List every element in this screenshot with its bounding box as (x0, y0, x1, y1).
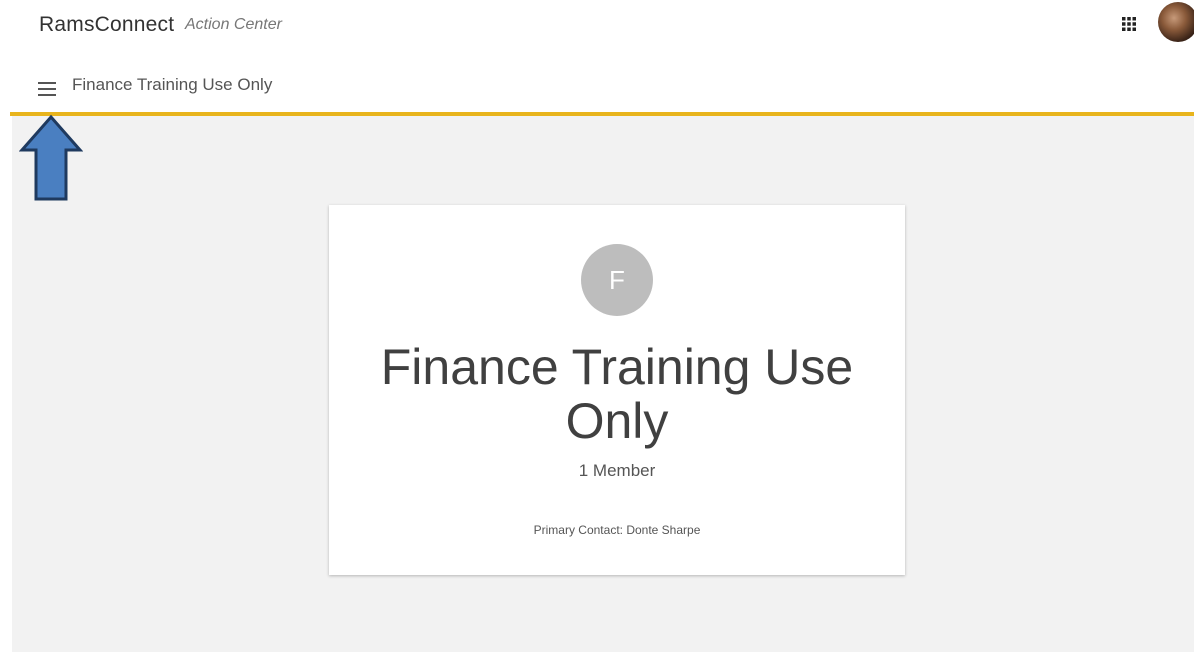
member-count[interactable]: 1 Member (329, 461, 905, 481)
top-navigation-bar: RamsConnect Action Center (0, 0, 1194, 56)
hamburger-menu-icon[interactable] (38, 82, 56, 96)
group-initial-avatar: F (581, 244, 653, 316)
group-title: Finance Training Use Only (380, 339, 854, 449)
primary-contact: Primary Contact: Donte Sharpe (533, 523, 701, 537)
user-avatar[interactable] (1158, 2, 1194, 42)
annotation-up-arrow-icon (18, 114, 84, 202)
page-title: Finance Training Use Only (72, 75, 273, 94)
brand-title[interactable]: RamsConnect (39, 13, 174, 37)
apps-grid-icon[interactable] (1122, 17, 1136, 31)
group-card: F Finance Training Use Only 1 Member Pri… (329, 205, 905, 575)
brand-subtitle[interactable]: Action Center (185, 16, 282, 34)
